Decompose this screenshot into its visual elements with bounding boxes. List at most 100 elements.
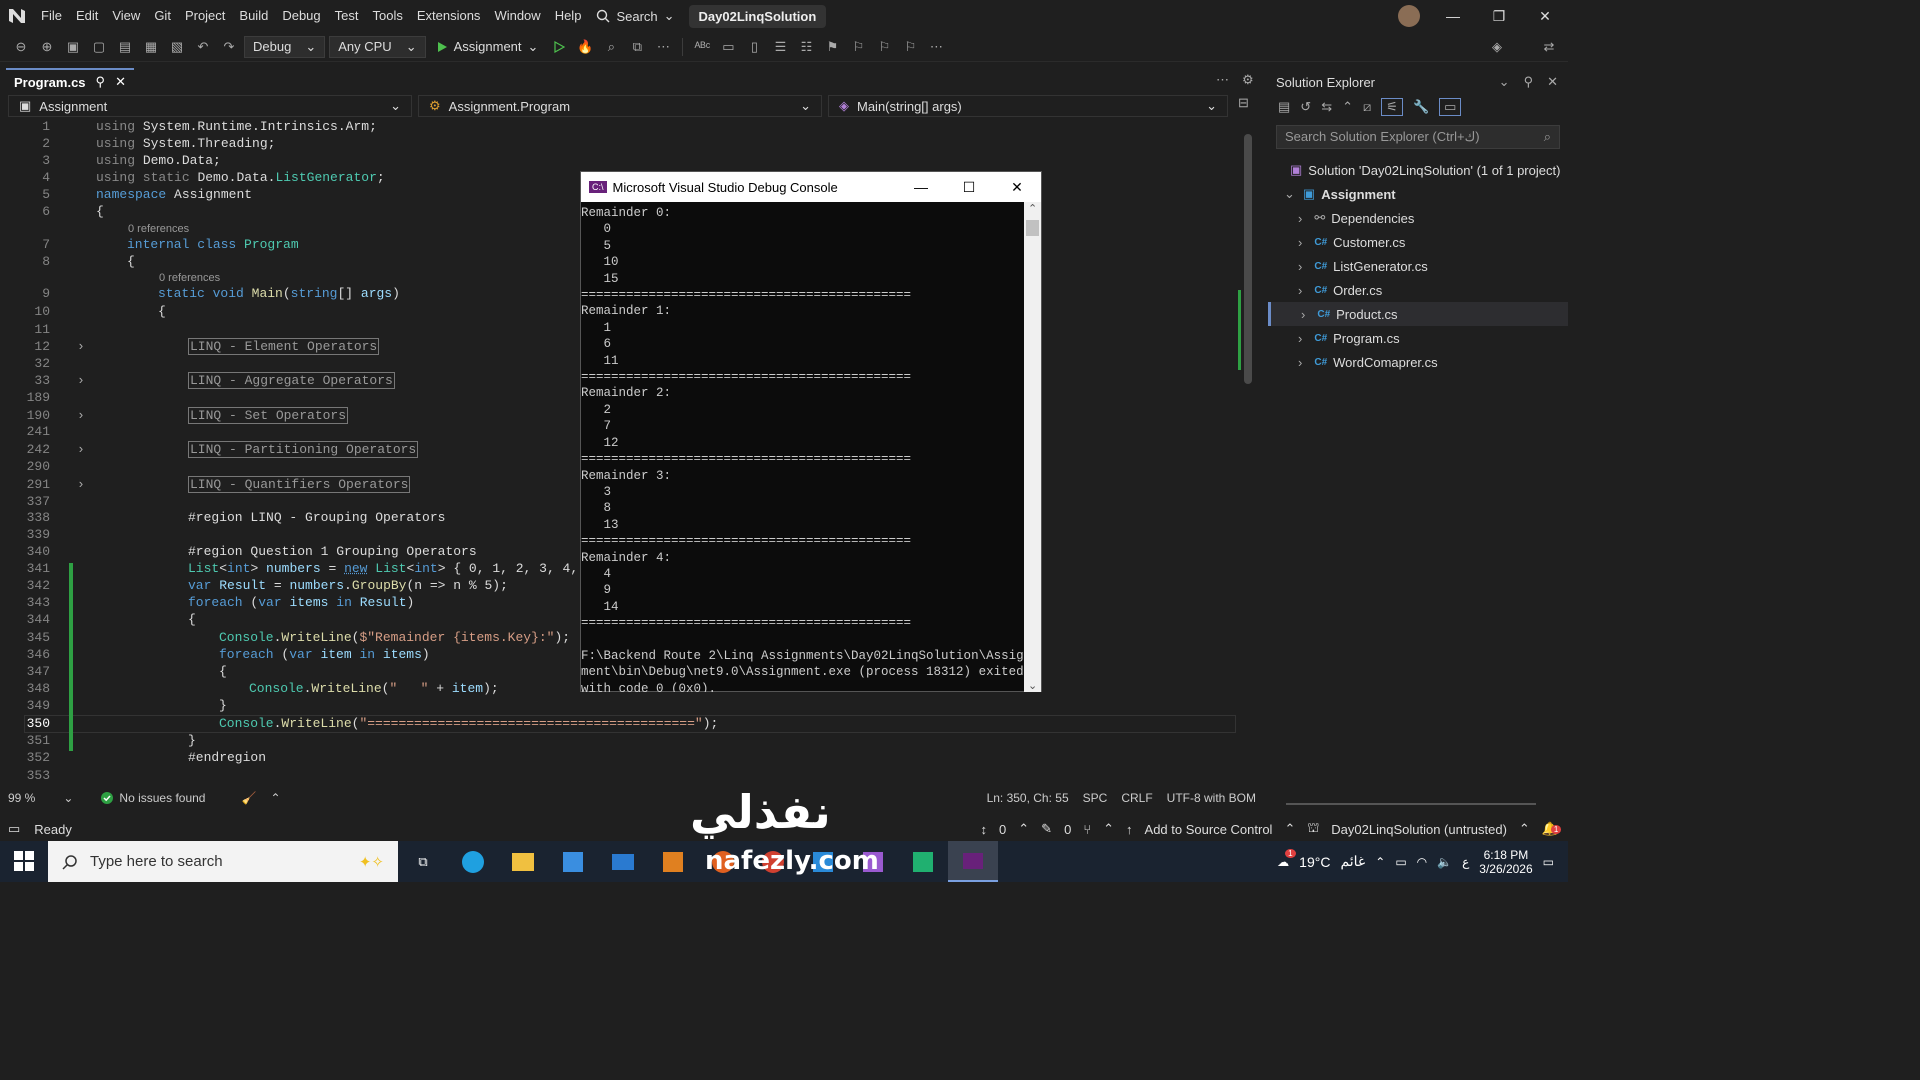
filter-icon[interactable]: ⚟ — [1381, 98, 1403, 116]
branch-icon[interactable]: ⑂ — [1083, 822, 1091, 837]
show-all-files-icon[interactable]: ⧄ — [1363, 99, 1371, 115]
copilot-icon[interactable]: ◈ — [1486, 36, 1508, 58]
issues-indicator[interactable]: No issues found — [101, 791, 205, 805]
menu-edit[interactable]: Edit — [69, 0, 105, 32]
windows-start-icon[interactable] — [14, 851, 34, 871]
expand-region-icon[interactable]: › — [77, 442, 85, 457]
chevron-right-icon[interactable]: › — [1298, 211, 1302, 226]
tree-item-wordcomparer[interactable]: › C# WordComaprer.cs — [1268, 350, 1568, 374]
tab-program-cs[interactable]: Program.cs ⚲ ✕ — [6, 68, 134, 94]
open-folder-icon[interactable]: ▤ — [114, 36, 136, 58]
restore-icon[interactable]: ❐ — [1476, 8, 1522, 25]
menu-project[interactable]: Project — [178, 0, 232, 32]
code-lens-references[interactable]: 0 references — [128, 223, 189, 235]
expand-region-icon[interactable]: › — [77, 339, 85, 354]
input-language[interactable]: ع — [1462, 855, 1469, 869]
mail-icon[interactable] — [598, 841, 648, 882]
next-bookmark-icon[interactable]: ⚐ — [873, 36, 895, 58]
expand-region-icon[interactable]: › — [77, 373, 85, 388]
zoom-dropdown[interactable]: 99 % ⌄ — [8, 791, 73, 805]
chevron-right-icon[interactable]: › — [1298, 283, 1302, 298]
notifications-icon[interactable]: 🔔 1 — [1542, 821, 1562, 837]
pin-icon[interactable]: ⚲ — [1524, 74, 1534, 90]
undo-icon[interactable]: ↶ — [192, 36, 214, 58]
app-icon[interactable] — [648, 841, 698, 882]
wifi-icon[interactable]: ◠ — [1417, 855, 1427, 869]
app-icon[interactable] — [898, 841, 948, 882]
terminal-icon[interactable] — [948, 841, 998, 882]
tree-project[interactable]: ⌄ ▣ Assignment — [1268, 182, 1568, 206]
menu-build[interactable]: Build — [232, 0, 275, 32]
avatar[interactable] — [1398, 5, 1420, 27]
minimize-icon[interactable]: — — [897, 179, 945, 196]
menu-git[interactable]: Git — [147, 0, 178, 32]
close-icon[interactable]: ✕ — [993, 179, 1041, 196]
collapse-all-icon[interactable]: ⌃ — [1342, 99, 1353, 115]
edit-count[interactable]: 0 — [1064, 822, 1071, 837]
tree-item-listgenerator[interactable]: › C# ListGenerator.cs — [1268, 254, 1568, 278]
save-all-icon[interactable]: ▧ — [166, 36, 188, 58]
chevron-right-icon[interactable]: › — [1298, 355, 1302, 370]
line-ending[interactable]: CRLF — [1121, 791, 1152, 805]
collapsed-region[interactable]: LINQ - Element Operators — [188, 338, 380, 355]
tree-item-order[interactable]: › C# Order.cs — [1268, 278, 1568, 302]
chevron-right-icon[interactable]: › — [1301, 307, 1305, 322]
cursor-position[interactable]: Ln: 350, Ch: 55 — [987, 791, 1069, 805]
collapsed-region[interactable]: LINQ - Partitioning Operators — [188, 441, 419, 458]
collapsed-region[interactable]: LINQ - Aggregate Operators — [188, 372, 395, 389]
maximize-icon[interactable]: ☐ — [945, 179, 993, 196]
platform-dropdown[interactable]: Any CPU ⌄ — [329, 35, 426, 58]
chevron-right-icon[interactable]: › — [1298, 235, 1302, 250]
outdent-icon[interactable]: ☰ — [769, 36, 791, 58]
switch-views-icon[interactable]: ▤ — [1278, 99, 1290, 115]
chevron-right-icon[interactable]: › — [1298, 331, 1302, 346]
editor-scrollbar[interactable] — [1244, 134, 1252, 384]
whitespace-mode[interactable]: SPC — [1083, 791, 1108, 805]
find-icon[interactable]: ⌕ — [600, 36, 622, 58]
forward-icon[interactable]: ⊕ — [36, 36, 58, 58]
bookmark-icon[interactable]: ⚑ — [821, 36, 843, 58]
close-tab-icon[interactable]: ✕ — [115, 74, 126, 90]
chevron-down-icon[interactable]: ⌄ — [1499, 74, 1510, 90]
split-icon[interactable]: ⊟ — [1238, 95, 1249, 119]
more-tabs-icon[interactable]: ⋯ — [1216, 72, 1229, 88]
menu-window[interactable]: Window — [487, 0, 547, 32]
indent-icon[interactable]: ☷ — [795, 36, 817, 58]
collapsed-region[interactable]: LINQ - Set Operators — [188, 407, 349, 424]
file-explorer-icon[interactable] — [498, 841, 548, 882]
uncomment-icon[interactable]: ▯ — [743, 36, 765, 58]
live-share-icon[interactable]: ⇄ — [1538, 36, 1560, 58]
hot-reload-icon[interactable]: 🔥 — [574, 36, 596, 58]
collapsed-region[interactable]: LINQ - Quantifiers Operators — [188, 476, 411, 493]
redo-icon[interactable]: ↷ — [218, 36, 240, 58]
scroll-thumb[interactable] — [1026, 220, 1039, 236]
class-dropdown[interactable]: ⚙ Assignment.Program ⌄ — [418, 95, 822, 117]
close-icon[interactable]: ✕ — [1547, 74, 1558, 90]
history-icon[interactable]: ↺ — [1300, 99, 1311, 115]
comment-icon[interactable]: ▭ — [717, 36, 739, 58]
start-without-debugging-icon[interactable] — [548, 36, 570, 58]
tree-item-dependencies[interactable]: › ⚯ Dependencies — [1268, 206, 1568, 230]
scroll-down-icon[interactable]: ⌄ — [1028, 679, 1037, 692]
store-icon[interactable] — [548, 841, 598, 882]
preview-icon[interactable]: ▭ — [1439, 98, 1462, 116]
repo-label[interactable]: Day02LinqSolution (untrusted) — [1331, 822, 1507, 837]
code-cleanup-icon[interactable]: 🧹 — [241, 791, 256, 805]
browser-link-icon[interactable]: ⧉ — [626, 36, 648, 58]
new-file-icon[interactable]: ▢ — [88, 36, 110, 58]
more-icon[interactable]: ⋯ — [652, 36, 674, 58]
menu-test[interactable]: Test — [328, 0, 366, 32]
tree-solution[interactable]: ▣ Solution 'Day02LinqSolution' (1 of 1 p… — [1268, 158, 1568, 182]
chevron-up-icon[interactable]: ⌃ — [1375, 855, 1385, 869]
clock[interactable]: 6:18 PM 3/26/2026 — [1479, 848, 1532, 876]
menu-tools[interactable]: Tools — [365, 0, 409, 32]
global-search-button[interactable]: Search ⌄ — [596, 8, 675, 24]
expand-region-icon[interactable]: › — [77, 408, 85, 423]
pin-icon[interactable]: ⚲ — [96, 74, 106, 90]
add-source-control[interactable]: Add to Source Control — [1145, 822, 1273, 837]
close-icon[interactable]: ✕ — [1522, 8, 1568, 25]
tree-item-product[interactable]: › C# Product.cs — [1268, 302, 1568, 326]
prev-bookmark-icon[interactable]: ⚐ — [847, 36, 869, 58]
chevron-right-icon[interactable]: › — [1298, 259, 1302, 274]
notification-center-icon[interactable]: ▭ — [1543, 855, 1554, 869]
